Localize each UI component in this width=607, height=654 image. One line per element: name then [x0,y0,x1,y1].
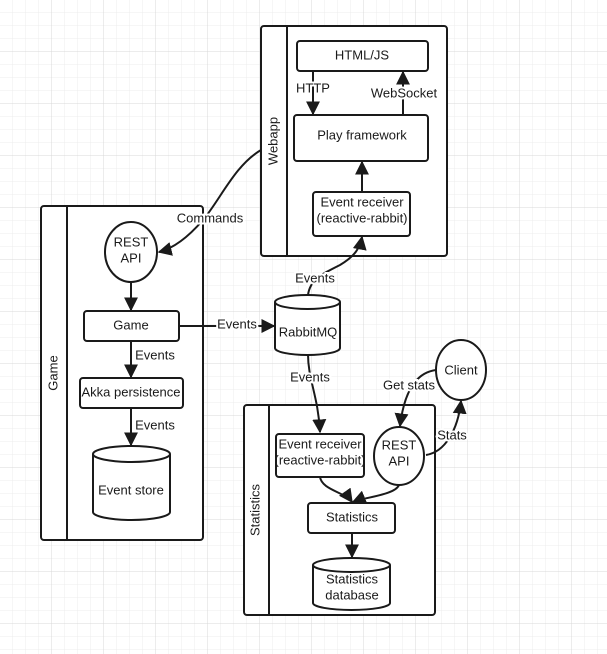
events-label-akka-store: Events [135,417,175,432]
game-pool-label: Game [45,355,60,390]
svg-text:database: database [325,587,379,602]
event-store-node: Event store [92,445,171,521]
svg-text:Statistics: Statistics [326,571,379,586]
game-node: Game [83,310,180,342]
svg-text:API: API [121,250,142,265]
game-rest-api-node: RESTAPI [104,221,158,283]
svg-text:Game: Game [113,317,148,332]
rabbitmq-node: RabbitMQ [274,294,341,356]
svg-text:Play framework: Play framework [317,127,407,142]
statistics-node: Statistics [307,502,396,534]
svg-text:REST: REST [114,234,149,249]
commands-label: Commands [177,210,244,225]
webapp-pool-label: Webapp [265,117,280,165]
statistics-database-node: Statisticsdatabase [312,557,391,611]
svg-text:(reactive-rabbit): (reactive-rabbit) [274,452,365,467]
svg-text:RabbitMQ: RabbitMQ [279,324,338,339]
svg-text:REST: REST [382,437,417,452]
svg-text:Event receiver: Event receiver [278,436,362,451]
events-label-game-rabbit: Events [217,316,257,331]
svg-text:API: API [389,453,410,468]
svg-text:Event receiver: Event receiver [320,194,404,209]
stats-label: Stats [437,427,467,442]
stats-event-receiver-node: Event receiver(reactive-rabbit) [274,433,366,478]
html-js-node: HTML/JS [296,40,429,72]
play-framework-node: Play framework [293,114,429,162]
events-label-game-akka: Events [135,347,175,362]
svg-text:Client: Client [444,362,478,377]
akka-persistence-node: Akka persistence [79,377,184,409]
websocket-label: WebSocket [371,85,438,100]
webapp-event-receiver-node: Event receiver(reactive-rabbit) [312,191,411,237]
get-stats-label: Get stats [383,377,436,392]
svg-text:(reactive-rabbit): (reactive-rabbit) [316,210,407,225]
client-node: Client [435,339,487,401]
svg-text:Event store: Event store [98,482,164,497]
statistics-pool-label: Statistics [247,483,262,536]
svg-text:Statistics: Statistics [326,509,379,524]
svg-text:HTML/JS: HTML/JS [335,47,390,62]
svg-text:Akka persistence: Akka persistence [82,384,181,399]
http-label: HTTP [296,80,330,95]
events-label-rabbit-webapp: Events [295,270,335,285]
architecture-diagram: Webapp Game Statistics HTML/JS Play fram… [0,0,607,654]
events-label-rabbit-stats: Events [290,369,330,384]
stats-rest-api-node: RESTAPI [373,426,425,486]
